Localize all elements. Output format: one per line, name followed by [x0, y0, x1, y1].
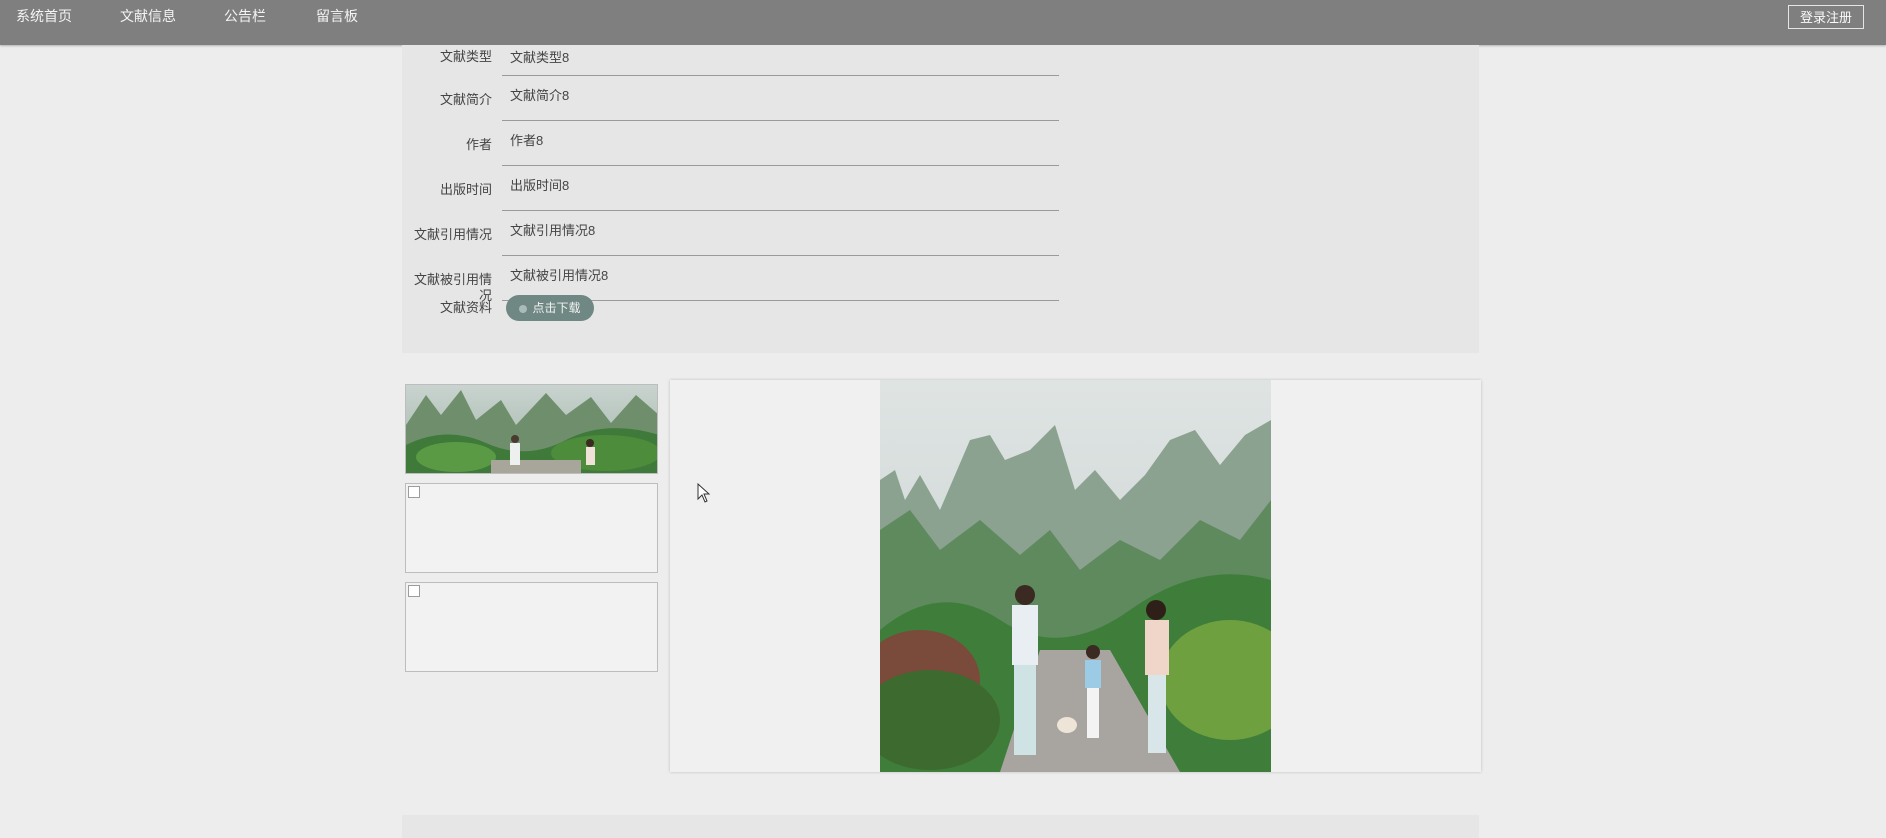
thumbnail-photo — [406, 385, 657, 473]
detail-label: 出版时间 — [439, 182, 492, 197]
nav-notice-board[interactable]: 公告栏 — [224, 0, 266, 32]
main-photo — [880, 380, 1271, 772]
literature-detail-panel: 文献类型 文献类型8 文献简介 文献简介8 作者 作者8 出版时间 出版时间8 … — [402, 45, 1479, 353]
nav-literature-info[interactable]: 文献信息 — [120, 0, 176, 32]
family-hiking-photo — [880, 380, 1271, 772]
detail-row-type: 文献类型 文献类型8 — [402, 32, 1479, 77]
bottom-panel — [402, 815, 1479, 838]
thumbnail-3[interactable] — [405, 582, 658, 672]
broken-image-icon — [408, 585, 420, 597]
detail-value: 文献引用情况8 — [502, 212, 1059, 256]
image-viewer[interactable] — [670, 380, 1481, 772]
thumbnail-1[interactable] — [405, 384, 658, 474]
nav-message-board[interactable]: 留言板 — [316, 0, 358, 32]
download-button-label: 点击下载 — [532, 301, 581, 315]
detail-value: 出版时间8 — [502, 167, 1059, 211]
mouse-cursor-icon — [697, 483, 711, 503]
detail-row-summary: 文献简介 文献简介8 — [402, 77, 1479, 122]
detail-value: 作者8 — [502, 122, 1059, 166]
thumbnail-2[interactable] — [405, 483, 658, 573]
detail-label: 作者 — [465, 137, 492, 152]
detail-row-citations: 文献引用情况 文献引用情况8 — [402, 212, 1479, 257]
login-register-button[interactable]: 登录注册 — [1788, 5, 1864, 29]
detail-label: 文献简介 — [439, 92, 492, 107]
detail-row-publish-time: 出版时间 出版时间8 — [402, 167, 1479, 212]
detail-value: 文献简介8 — [502, 77, 1059, 121]
download-label: 文献资料 — [439, 300, 492, 315]
download-button[interactable]: 点击下载 — [506, 295, 594, 321]
broken-image-icon — [408, 486, 420, 498]
nav-home[interactable]: 系统首页 — [16, 0, 72, 32]
detail-value: 文献类型8 — [502, 32, 1059, 76]
detail-label: 文献引用情况 — [413, 227, 492, 242]
detail-row-author: 作者 作者8 — [402, 122, 1479, 167]
download-dot-icon — [519, 304, 528, 313]
detail-label: 文献类型 — [439, 49, 492, 64]
detail-value: 文献被引用情况8 — [502, 257, 1059, 301]
